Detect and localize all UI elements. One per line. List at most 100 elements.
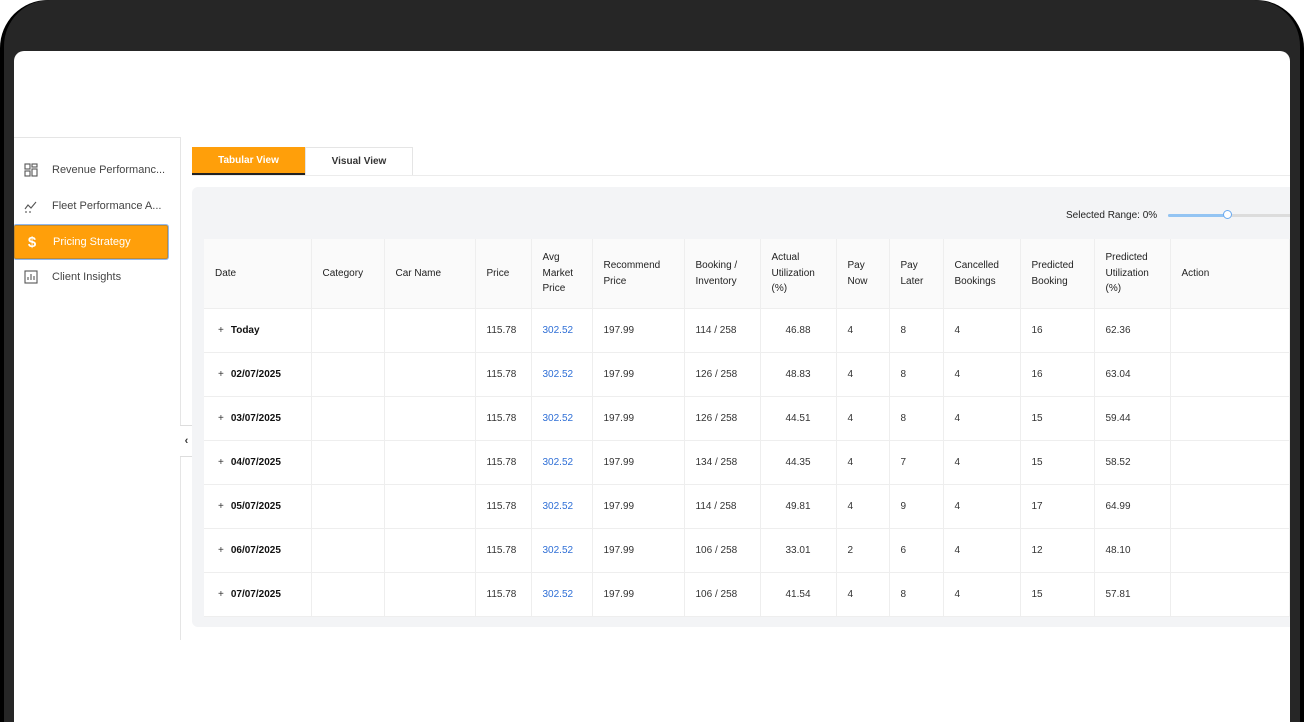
cell-category — [311, 352, 385, 397]
cell-price: 115.78 — [475, 352, 532, 397]
cell-booking-inventory: 114 / 258 — [684, 484, 761, 529]
cell-action — [1170, 440, 1290, 485]
view-tabs: Tabular View Visual View — [192, 147, 413, 175]
column-header-predicted-booking[interactable]: Predicted Booking — [1020, 239, 1095, 309]
cell-cancelled-bookings: 4 — [943, 572, 1021, 617]
expand-row-icon[interactable]: + — [218, 501, 224, 512]
table-row: +03/07/2025 115.78 302.52 197.99 126 / 258 44… — [204, 396, 1290, 441]
range-slider[interactable] — [1168, 210, 1290, 219]
cell-pay-now: 4 — [836, 396, 890, 441]
app-screen: Revenue Performanc... Fleet Performance … — [14, 51, 1290, 722]
cell-avg-market-price[interactable]: 302.52 — [531, 528, 593, 573]
selected-range-label: Selected Range: 0% — [1066, 210, 1158, 221]
cell-pay-now: 4 — [836, 572, 890, 617]
cell-recommend-price: 197.99 — [592, 572, 685, 617]
sidebar-item-pricing-strategy[interactable]: $ Pricing Strategy — [14, 225, 168, 259]
sidebar-item-label: Pricing Strategy — [53, 236, 131, 248]
cell-avg-market-price[interactable]: 302.52 — [531, 440, 593, 485]
cell-predicted-utilization: 62.36 — [1094, 308, 1171, 353]
cell-action — [1170, 528, 1290, 573]
pricing-table: Date Category Car Name Price Avg Market … — [204, 239, 1290, 617]
column-header-actual-utilization[interactable]: Actual Utilization (%) — [760, 239, 837, 309]
cell-category — [311, 484, 385, 529]
cell-pay-now: 4 — [836, 440, 890, 485]
dashboard-grid-icon — [23, 162, 39, 178]
table-row: + Today 115.78 302.52 197.99 114 / 258 46.88 4 8… — [204, 308, 1290, 353]
column-header-date[interactable]: Date — [204, 239, 312, 309]
expand-row-icon[interactable]: + — [218, 457, 224, 468]
cell-predicted-utilization: 64.99 — [1094, 484, 1171, 529]
cell-car-name — [384, 484, 476, 529]
trend-line-icon — [23, 198, 39, 214]
column-header-cancelled-bookings[interactable]: Cancelled Bookings — [943, 239, 1021, 309]
table-header-row: Date Category Car Name Price Avg Market … — [204, 239, 1290, 309]
date-label: Today — [230, 325, 260, 336]
expand-row-icon[interactable]: + — [218, 545, 224, 556]
column-header-price[interactable]: Price — [475, 239, 532, 309]
cell-action — [1170, 484, 1290, 529]
cell-pay-later: 9 — [889, 484, 944, 529]
cell-avg-market-price[interactable]: 302.52 — [531, 352, 593, 397]
cell-predicted-booking: 12 — [1020, 528, 1095, 573]
sidebar: Revenue Performanc... Fleet Performance … — [14, 137, 181, 640]
cell-date: +04/07/2025 — [204, 440, 312, 485]
cell-pay-later: 7 — [889, 440, 944, 485]
cell-cancelled-bookings: 4 — [943, 484, 1021, 529]
cell-action — [1170, 308, 1290, 353]
pricing-table-container: Date Category Car Name Price Avg Market … — [204, 239, 1290, 617]
sidebar-item-revenue-performance[interactable]: Revenue Performanc... — [14, 154, 166, 186]
cell-booking-inventory: 106 / 258 — [684, 528, 761, 573]
cell-avg-market-price[interactable]: 302.52 — [531, 308, 593, 353]
expand-row-icon[interactable]: + — [218, 589, 224, 600]
expand-row-icon[interactable]: + — [218, 413, 224, 424]
cell-date: +06/07/2025 — [204, 528, 312, 573]
column-header-pay-now[interactable]: Pay Now — [836, 239, 890, 309]
cell-actual-utilization: 41.54 — [760, 572, 837, 617]
range-slider-handle[interactable] — [1223, 210, 1232, 219]
date-label: 05/07/2025 — [230, 501, 281, 512]
cell-predicted-booking: 16 — [1020, 308, 1095, 353]
cell-avg-market-price[interactable]: 302.52 — [531, 484, 593, 529]
column-header-avg-market-price[interactable]: Avg Market Price — [531, 239, 593, 309]
cell-cancelled-bookings: 4 — [943, 308, 1021, 353]
date-label: 02/07/2025 — [230, 369, 281, 380]
tab-tabular-view[interactable]: Tabular View — [192, 147, 305, 175]
cell-predicted-booking: 15 — [1020, 440, 1095, 485]
cell-recommend-price: 197.99 — [592, 396, 685, 441]
cell-price: 115.78 — [475, 396, 532, 441]
table-row: +04/07/2025 115.78 302.52 197.99 134 / 258 44… — [204, 440, 1290, 485]
column-header-booking-inventory[interactable]: Booking / Inventory — [684, 239, 761, 309]
date-label: 06/07/2025 — [230, 545, 281, 556]
column-header-category[interactable]: Category — [311, 239, 385, 309]
cell-date: +05/07/2025 — [204, 484, 312, 529]
cell-date: + Today — [204, 308, 312, 353]
date-label: 07/07/2025 — [230, 589, 281, 600]
cell-actual-utilization: 44.51 — [760, 396, 837, 441]
cell-cancelled-bookings: 4 — [943, 440, 1021, 485]
cell-car-name — [384, 440, 476, 485]
cell-predicted-booking: 16 — [1020, 352, 1095, 397]
sidebar-item-label: Fleet Performance A... — [52, 200, 162, 212]
expand-row-icon[interactable]: + — [218, 369, 224, 380]
cell-avg-market-price[interactable]: 302.52 — [531, 396, 593, 441]
sidebar-item-label: Revenue Performanc... — [52, 164, 166, 176]
cell-recommend-price: 197.99 — [592, 528, 685, 573]
cell-pay-later: 8 — [889, 396, 944, 441]
cell-car-name — [384, 352, 476, 397]
expand-row-icon[interactable]: + — [218, 325, 224, 336]
tab-visual-view[interactable]: Visual View — [305, 147, 413, 175]
sidebar-item-label: Client Insights — [52, 271, 122, 283]
sidebar-item-fleet-performance[interactable]: Fleet Performance A... — [14, 190, 166, 222]
cell-date: +03/07/2025 — [204, 396, 312, 441]
table-panel: Selected Range: 0% Date Category Car Nam… — [192, 187, 1290, 627]
column-header-recommend-price[interactable]: Recommend Price — [592, 239, 685, 309]
cell-avg-market-price[interactable]: 302.52 — [531, 572, 593, 617]
cell-predicted-utilization: 48.10 — [1094, 528, 1171, 573]
cell-pay-later: 8 — [889, 352, 944, 397]
table-body: + Today 115.78 302.52 197.99 114 / 258 46.88 4 8… — [204, 308, 1290, 617]
column-header-car-name[interactable]: Car Name — [384, 239, 476, 309]
column-header-predicted-utilization[interactable]: Predicted Utilization (%) — [1094, 239, 1171, 309]
cell-date: +02/07/2025 — [204, 352, 312, 397]
column-header-pay-later[interactable]: Pay Later — [889, 239, 944, 309]
sidebar-item-client-insights[interactable]: Client Insights — [14, 261, 166, 293]
